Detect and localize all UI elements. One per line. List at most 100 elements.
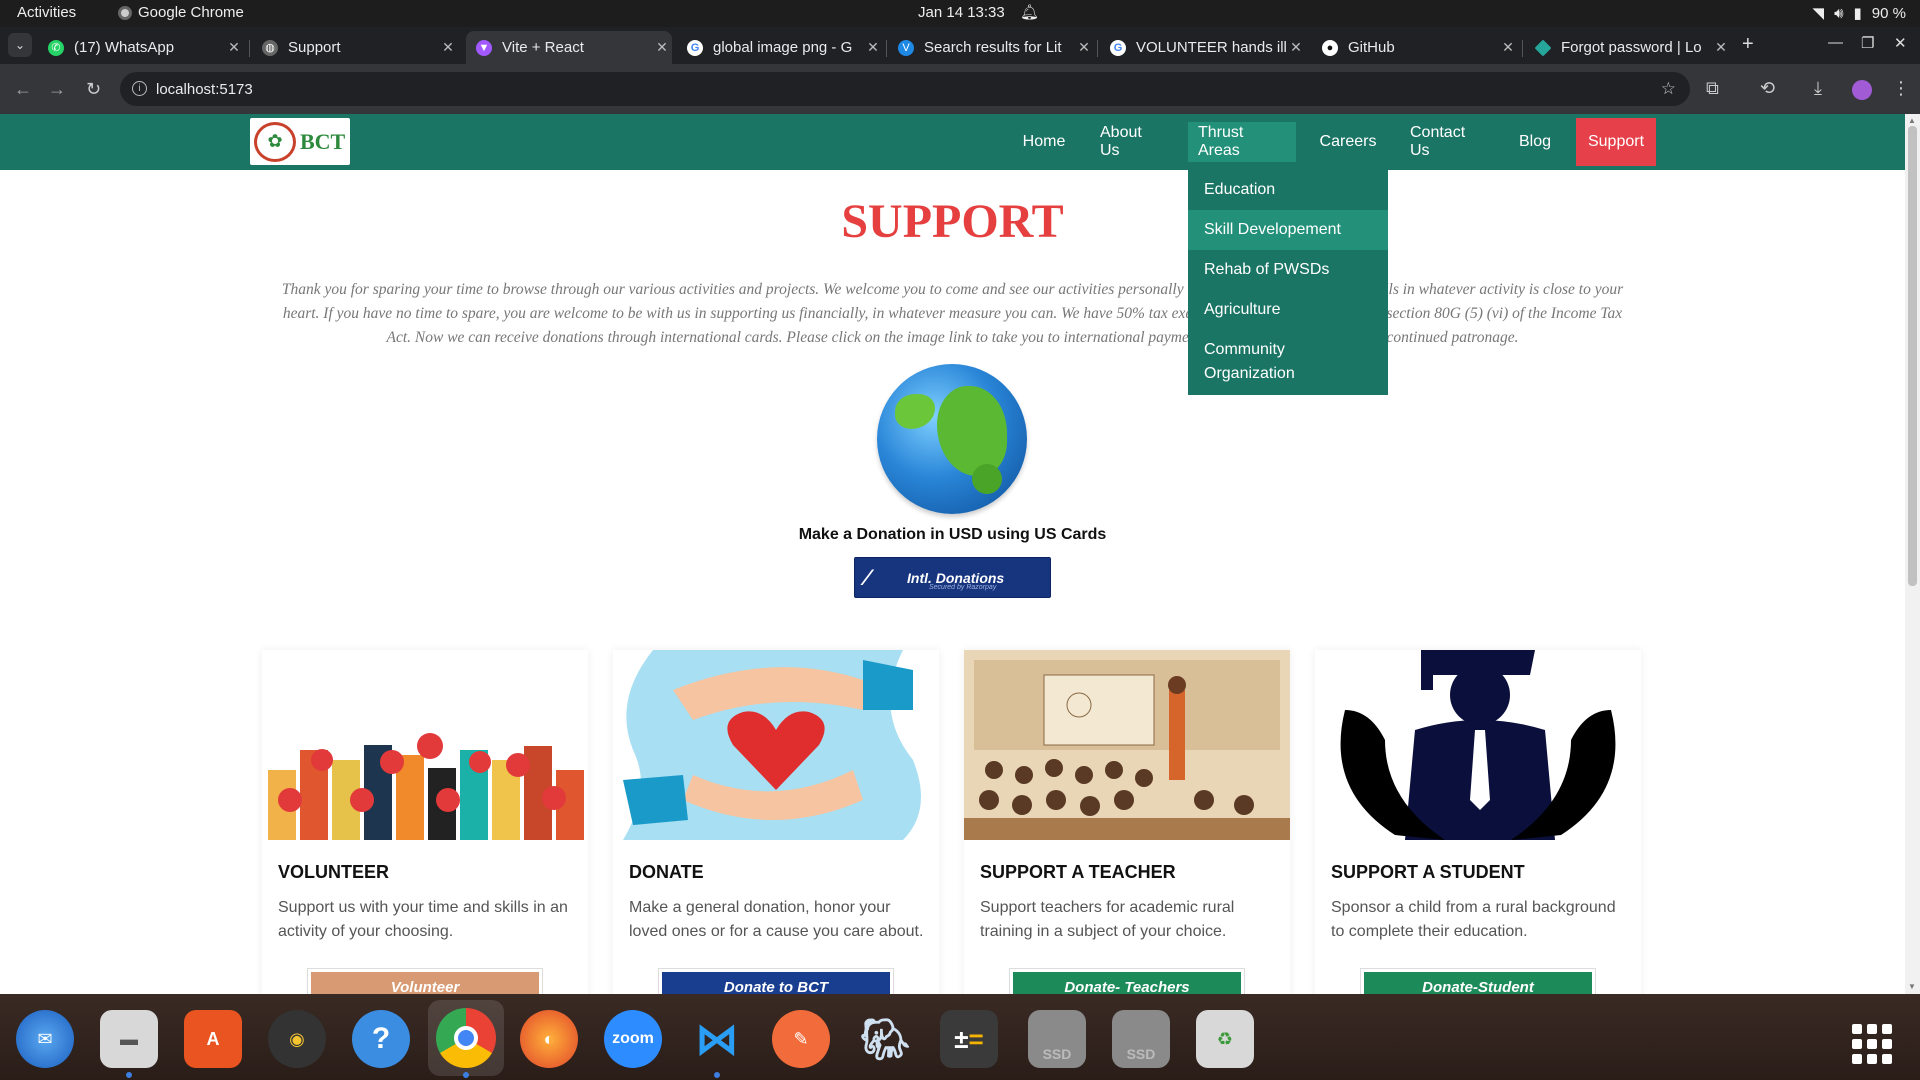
- minimize-icon[interactable]: —: [1828, 34, 1843, 51]
- thunderbird-icon[interactable]: ✉: [16, 1010, 74, 1068]
- tab-strip: ⌄ ✆ (17) WhatsApp ✕ ◍ Support ✕ ▼ Vite +…: [0, 27, 1920, 64]
- bell-icon: 🔔︎: [1020, 4, 1040, 21]
- taskbar-dock: ✉ ▬ A ◉ ? ◐ zoom ⋈ ✎ 🐘︎ ± = SSD SSD ♻: [0, 994, 1920, 1080]
- drive-icon[interactable]: SSD: [1112, 1010, 1170, 1068]
- drive-icon[interactable]: SSD: [1028, 1010, 1086, 1068]
- tab-vite-react[interactable]: ▼ Vite + React ✕: [466, 31, 672, 64]
- app-menu[interactable]: Google Chrome: [118, 4, 244, 21]
- close-icon[interactable]: ✕: [1074, 39, 1094, 56]
- donate-heart-image: [613, 650, 939, 840]
- scrollbar-thumb[interactable]: [1908, 126, 1917, 586]
- new-tab-button[interactable]: +: [1742, 33, 1754, 56]
- tab-title: VOLUNTEER hands ill: [1136, 39, 1286, 56]
- close-icon[interactable]: ✕: [652, 39, 672, 56]
- system-tray[interactable]: ◥ 🔊︎ ▮ 90 %: [1813, 4, 1906, 23]
- tab-volunteer-hands[interactable]: G VOLUNTEER hands ill ✕: [1100, 31, 1306, 64]
- teacher-classroom-image: [964, 650, 1290, 840]
- files-icon[interactable]: ▬: [100, 1010, 158, 1068]
- nav-about-us[interactable]: About Us: [1090, 114, 1172, 170]
- secured-by-label: Secured by Razorpay: [929, 584, 997, 591]
- tab-search-results[interactable]: V Search results for Lit ✕: [888, 31, 1094, 64]
- dropdown-education[interactable]: Education: [1188, 178, 1388, 202]
- app-center-icon[interactable]: A: [184, 1010, 242, 1068]
- activities-button[interactable]: Activities: [17, 4, 76, 21]
- extensions-icon[interactable]: ⧉: [1706, 78, 1719, 99]
- address-bar[interactable]: i localhost:5173 ☆: [120, 72, 1690, 106]
- dropdown-community-organization[interactable]: Community Organization: [1188, 338, 1358, 386]
- donate-student-button[interactable]: Donate-Student: [1360, 968, 1596, 994]
- rhythmbox-icon[interactable]: ◉: [268, 1010, 326, 1068]
- page-viewport: ✿ BCT Home About Us Thrust Areas Careers…: [0, 114, 1905, 994]
- volunteer-button[interactable]: Volunteer: [307, 968, 543, 994]
- zoom-icon[interactable]: zoom: [604, 1010, 662, 1068]
- close-icon[interactable]: ✕: [1711, 39, 1731, 56]
- donate-teachers-button[interactable]: Donate- Teachers: [1009, 968, 1245, 994]
- tab-whatsapp[interactable]: ✆ (17) WhatsApp ✕: [38, 31, 244, 64]
- trash-icon[interactable]: ♻: [1196, 1010, 1254, 1068]
- history-icon[interactable]: ⟲: [1760, 78, 1775, 99]
- close-icon[interactable]: ✕: [1286, 39, 1306, 56]
- close-icon[interactable]: ✕: [438, 39, 458, 56]
- pgadmin-icon[interactable]: 🐘︎: [856, 1010, 914, 1068]
- nav-thrust-areas[interactable]: Thrust Areas: [1188, 122, 1296, 162]
- back-arrow-icon[interactable]: ←: [14, 79, 32, 100]
- globe-icon: ◍: [262, 39, 278, 56]
- help-icon[interactable]: ?: [352, 1010, 410, 1068]
- tab-forgot-password[interactable]: Forgot password | Lo ✕: [1525, 31, 1731, 64]
- clock[interactable]: Jan 14 13:33: [918, 4, 1005, 21]
- donate-to-bct-button[interactable]: Donate to BCT: [658, 968, 894, 994]
- app-grid-icon[interactable]: [1852, 1024, 1892, 1064]
- tab-separator: [886, 40, 887, 57]
- card-title: VOLUNTEER: [278, 862, 390, 882]
- card-volunteer: VOLUNTEER Support us with your time and …: [262, 650, 588, 994]
- tab-search-button[interactable]: ⌄: [8, 33, 32, 57]
- calculator-icon[interactable]: ± =: [940, 1010, 998, 1068]
- dropdown-agriculture[interactable]: Agriculture: [1188, 298, 1388, 322]
- page-scrollbar[interactable]: ▲ ▼: [1905, 114, 1920, 994]
- dropdown-rehab-pwsds[interactable]: Rehab of PWSDs: [1188, 258, 1388, 282]
- vscode-icon[interactable]: ⋈: [688, 1010, 746, 1068]
- tab-separator: [1097, 40, 1098, 57]
- close-icon[interactable]: ✕: [863, 39, 883, 56]
- close-window-icon[interactable]: ✕: [1894, 34, 1907, 52]
- donate-student-label: Donate-Student: [1364, 972, 1592, 994]
- intl-donations-button[interactable]: ⁄ Intl. Donations Secured by Razorpay: [854, 557, 1051, 598]
- nav-home[interactable]: Home: [1014, 114, 1074, 170]
- nav-careers[interactable]: Careers: [1310, 114, 1386, 170]
- scroll-up-icon[interactable]: ▲: [1908, 116, 1916, 125]
- tab-support[interactable]: ◍ Support ✕: [252, 31, 458, 64]
- nav-blog[interactable]: Blog: [1510, 114, 1560, 170]
- close-icon[interactable]: ✕: [1498, 39, 1518, 56]
- menu-kebab-icon[interactable]: ⋮: [1892, 78, 1910, 99]
- page-title: SUPPORT: [841, 195, 1064, 248]
- tab-title: global image png - G: [713, 39, 853, 56]
- profile-avatar[interactable]: [1852, 80, 1872, 100]
- forward-arrow-icon[interactable]: →: [48, 79, 66, 100]
- running-indicator: [714, 1072, 720, 1078]
- firefox-icon[interactable]: ◐: [520, 1010, 578, 1068]
- site-info-icon[interactable]: i: [132, 81, 147, 96]
- maximize-icon[interactable]: ❐: [1861, 34, 1874, 52]
- globe-image[interactable]: [877, 364, 1027, 514]
- reload-icon[interactable]: ↻: [86, 79, 101, 100]
- nav-support[interactable]: Support: [1576, 118, 1656, 166]
- vuetify-icon: V: [898, 39, 914, 56]
- scroll-down-icon[interactable]: ▼: [1908, 982, 1916, 991]
- donate-button-label: Donate to BCT: [662, 972, 890, 994]
- bookmark-star-icon[interactable]: ☆: [1661, 79, 1676, 99]
- razorpay-icon: ⁄: [865, 564, 869, 590]
- battery-level: 90 %: [1871, 4, 1906, 22]
- chrome-icon[interactable]: [428, 1000, 504, 1076]
- tab-github[interactable]: ● GitHub ✕: [1312, 31, 1518, 64]
- tab-title: Search results for Lit: [924, 39, 1062, 56]
- site-logo[interactable]: ✿ BCT: [250, 118, 350, 165]
- tab-google-global[interactable]: G global image png - G ✕: [677, 31, 883, 64]
- nav-contact-us[interactable]: Contact Us: [1400, 114, 1496, 170]
- postman-icon[interactable]: ✎: [772, 1010, 830, 1068]
- close-icon[interactable]: ✕: [224, 39, 244, 56]
- chrome-small-icon: [118, 5, 132, 20]
- github-icon: ●: [1322, 39, 1338, 56]
- dropdown-skill-development[interactable]: Skill Developement: [1188, 210, 1388, 250]
- logo-text: BCT: [300, 128, 346, 154]
- download-icon[interactable]: ⤓: [1814, 78, 1822, 99]
